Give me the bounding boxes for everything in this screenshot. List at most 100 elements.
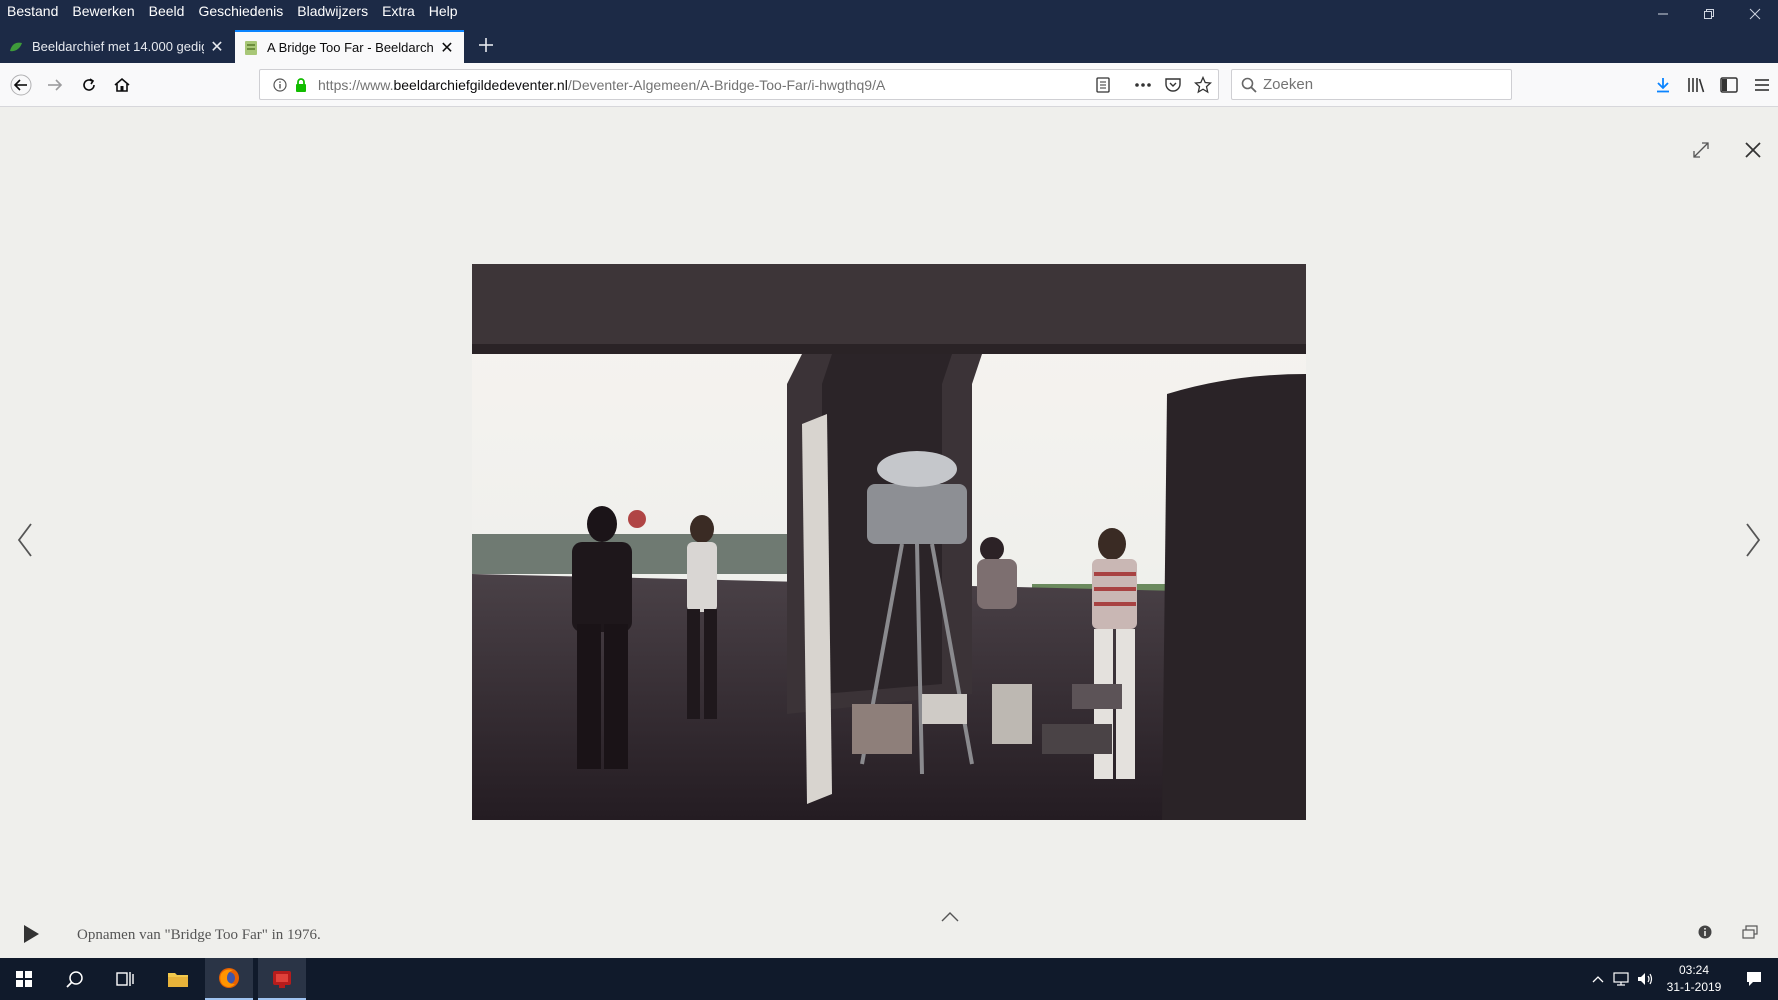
- title-bar: Bestand Bewerken Beeld Geschiedenis Blad…: [0, 0, 1778, 28]
- fullscreen-button[interactable]: [1689, 138, 1713, 162]
- previous-photo-button[interactable]: [12, 518, 38, 562]
- reload-button[interactable]: [74, 70, 104, 100]
- pocket-icon: [1165, 78, 1181, 92]
- menu-bar: Bestand Bewerken Beeld Geschiedenis Blad…: [0, 0, 465, 22]
- close-viewer-button[interactable]: [1740, 137, 1766, 163]
- expand-icon: [1693, 142, 1709, 158]
- ellipsis-icon: [1135, 82, 1151, 87]
- forward-button[interactable]: [40, 70, 70, 100]
- restore-icon: [1704, 9, 1714, 19]
- file-explorer-button[interactable]: [154, 958, 202, 1000]
- close-icon: [1745, 142, 1761, 158]
- photo[interactable]: [472, 264, 1306, 820]
- url-path: /Deventer-Algemeen/A-Bridge-Too-Far/i-hw…: [567, 76, 886, 93]
- task-view-button[interactable]: [101, 958, 149, 1000]
- reader-view-button[interactable]: [1088, 70, 1118, 99]
- red-app-icon: [273, 971, 291, 988]
- url-prefix: https://www.: [318, 76, 394, 93]
- tab-close-icon[interactable]: ✕: [438, 39, 456, 57]
- toolbar-right: [1646, 70, 1778, 100]
- home-icon: [114, 77, 130, 92]
- task-view-icon: [116, 972, 134, 986]
- menu-bewerken[interactable]: Bewerken: [65, 0, 141, 22]
- photo-info-button[interactable]: [1695, 922, 1715, 942]
- tab-a-bridge-too-far[interactable]: A Bridge Too Far - Beeldarchief ✕: [235, 30, 464, 63]
- reload-icon: [83, 78, 95, 91]
- firefox-taskbar-button[interactable]: [205, 958, 253, 1000]
- tab-close-icon[interactable]: ✕: [208, 38, 226, 56]
- chevron-up-icon: [1592, 976, 1604, 983]
- next-photo-button[interactable]: [1740, 518, 1766, 562]
- expand-caption-button[interactable]: [938, 908, 962, 926]
- search-icon: [66, 971, 83, 988]
- tab-beeldarchief[interactable]: Beeldarchief met 14.000 gedigi ✕: [0, 30, 234, 63]
- clock-date: 31-1-2019: [1666, 980, 1722, 994]
- notification-icon: [1747, 972, 1761, 986]
- info-icon[interactable]: [270, 77, 290, 92]
- info-icon: [1698, 925, 1712, 939]
- download-icon: [1656, 78, 1669, 93]
- search-placeholder: Zoeken: [1263, 76, 1314, 93]
- url-bar[interactable]: https://www.beeldarchiefgildedeventer.nl…: [259, 69, 1219, 100]
- restore-button[interactable]: [1686, 0, 1732, 28]
- chevron-right-icon: [1746, 523, 1761, 557]
- back-button[interactable]: [6, 70, 36, 100]
- volume-button[interactable]: [1634, 958, 1658, 1000]
- search-input[interactable]: Zoeken: [1231, 69, 1512, 100]
- close-icon: [1749, 8, 1761, 20]
- forward-arrow-icon: [48, 79, 63, 91]
- network-button[interactable]: [1610, 958, 1634, 1000]
- slideshow-play-button[interactable]: [18, 921, 44, 947]
- menu-geschiedenis[interactable]: Geschiedenis: [191, 0, 290, 22]
- search-icon: [1241, 77, 1257, 93]
- chevron-left-icon: [17, 523, 32, 557]
- url-text[interactable]: https://www.beeldarchiefgildedeventer.nl…: [318, 77, 885, 93]
- photo-caption: Opnamen van "Bridge Too Far" in 1976.: [77, 927, 321, 943]
- play-icon: [24, 925, 39, 943]
- clock-time: 03:24: [1678, 963, 1710, 977]
- menu-bestand[interactable]: Bestand: [0, 0, 65, 22]
- clock[interactable]: 03:24 31-1-2019: [1658, 962, 1730, 996]
- start-button[interactable]: [0, 958, 48, 1000]
- window-controls: [1640, 0, 1778, 28]
- tab-title: Beeldarchief met 14.000 gedigi: [32, 39, 204, 54]
- action-center-button[interactable]: [1730, 958, 1778, 1000]
- lock-icon[interactable]: [292, 77, 310, 92]
- sidebar-button[interactable]: [1712, 70, 1745, 100]
- chevron-up-icon: [941, 912, 959, 922]
- taskbar: 03:24 31-1-2019: [0, 958, 1778, 1000]
- url-actions: [1088, 70, 1218, 99]
- hamburger-icon: [1754, 79, 1769, 91]
- menu-help[interactable]: Help: [422, 0, 465, 22]
- thumbnails-button[interactable]: [1739, 922, 1761, 942]
- taskbar-search-button[interactable]: [51, 958, 99, 1000]
- bookmark-star-button[interactable]: [1188, 70, 1218, 99]
- minimize-icon: [1658, 13, 1668, 15]
- network-icon: [1613, 972, 1629, 986]
- minimize-button[interactable]: [1640, 0, 1686, 28]
- close-window-button[interactable]: [1732, 0, 1778, 28]
- star-icon: [1194, 75, 1212, 93]
- tray-overflow-button[interactable]: [1586, 958, 1610, 1000]
- new-tab-button[interactable]: [472, 30, 500, 60]
- navigation-toolbar: https://www.beeldarchiefgildedeventer.nl…: [0, 63, 1778, 107]
- library-button[interactable]: [1679, 70, 1712, 100]
- pocket-button[interactable]: [1158, 70, 1188, 99]
- speaker-icon: [1638, 973, 1653, 985]
- menu-beeld[interactable]: Beeld: [142, 0, 192, 22]
- downloads-button[interactable]: [1646, 70, 1679, 100]
- firefox-icon: [219, 968, 239, 988]
- folder-icon: [168, 973, 188, 987]
- menu-extra[interactable]: Extra: [375, 0, 422, 22]
- document-favicon-icon: [243, 40, 259, 56]
- back-arrow-icon: [10, 74, 32, 96]
- hamburger-menu-button[interactable]: [1745, 70, 1778, 100]
- menu-bladwijzers[interactable]: Bladwijzers: [290, 0, 375, 22]
- home-button[interactable]: [107, 70, 137, 100]
- page-actions-button[interactable]: [1128, 70, 1158, 99]
- url-host: beeldarchiefgildedeventer.nl: [393, 76, 568, 93]
- windows-logo-icon: [16, 971, 32, 987]
- tab-strip: Beeldarchief met 14.000 gedigi ✕ A Bridg…: [0, 28, 1778, 63]
- app-taskbar-button[interactable]: [258, 958, 306, 1000]
- plus-icon: [479, 38, 493, 52]
